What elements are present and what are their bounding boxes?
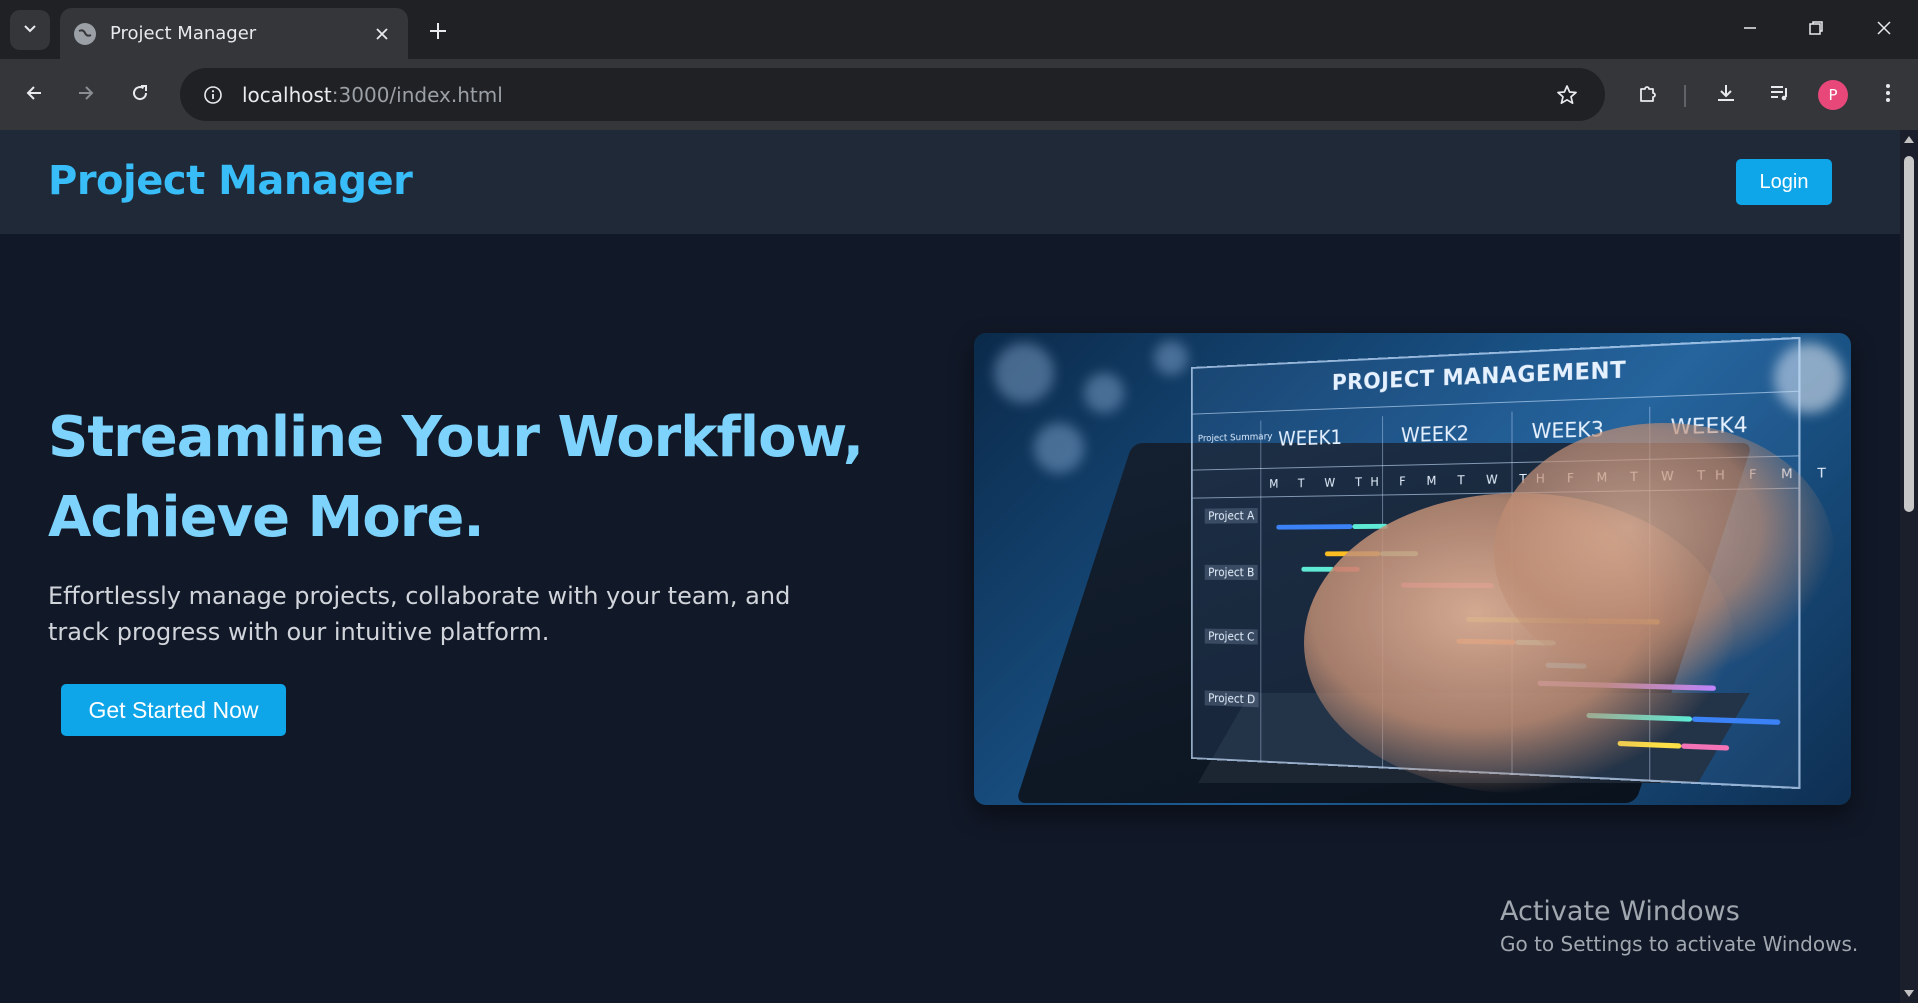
site-header: Project Manager Login — [0, 130, 1900, 234]
restore-icon — [1808, 20, 1824, 40]
login-button[interactable]: Login — [1736, 159, 1832, 205]
windows-activation-watermark: Activate Windows Go to Settings to activ… — [1500, 895, 1858, 959]
hero-image: PROJECT MANAGEMENT Project Summary WEEK1… — [974, 333, 1851, 805]
tab-search-icon — [21, 19, 39, 41]
media-controls-icon — [1769, 82, 1791, 108]
gantt-bar — [1681, 743, 1730, 751]
restore-button[interactable] — [1788, 10, 1844, 50]
project-summary-label: Project Summary — [1197, 431, 1273, 445]
bokeh-light — [1084, 373, 1124, 413]
gantt-bar — [1276, 524, 1353, 530]
new-tab-button[interactable] — [422, 14, 454, 46]
forward-button[interactable] — [66, 75, 106, 115]
url-text[interactable]: localhost:3000/index.html — [242, 83, 1547, 107]
url-host: localhost — [242, 82, 332, 107]
browser-tab-bar: Project Manager — [0, 0, 1918, 59]
tab-search-button[interactable] — [10, 10, 50, 50]
scroll-thumb[interactable] — [1904, 156, 1914, 512]
close-window-button[interactable] — [1856, 10, 1912, 50]
media-controls-button[interactable] — [1760, 75, 1800, 115]
scroll-down-arrow[interactable] — [1904, 990, 1914, 997]
profile-avatar[interactable]: P — [1818, 80, 1848, 110]
page-viewport: Project Manager Login Streamline Your Wo… — [0, 130, 1900, 1003]
reload-button[interactable] — [120, 75, 160, 115]
hand-illustration — [1494, 423, 1834, 683]
hero-title-line-1: Streamline Your Workflow, — [48, 405, 864, 470]
hero-title: Streamline Your Workflow, Achieve More. — [48, 398, 888, 558]
url-path: :3000/index.html — [331, 82, 503, 107]
forward-arrow-icon — [76, 83, 96, 107]
watermark-title: Activate Windows — [1500, 896, 1740, 927]
project-label: Project C — [1204, 628, 1258, 645]
more-vert-icon — [1885, 82, 1891, 108]
hero-subtitle: Effortlessly manage projects, collaborat… — [48, 582, 791, 646]
tab-title: Project Manager — [110, 23, 257, 44]
extensions-button[interactable] — [1628, 75, 1668, 115]
minimize-icon — [1742, 20, 1758, 40]
downloads-button[interactable] — [1706, 75, 1746, 115]
address-bar[interactable]: localhost:3000/index.html — [180, 68, 1605, 121]
reload-icon — [130, 83, 150, 107]
back-arrow-icon — [24, 83, 44, 107]
bokeh-light — [994, 343, 1054, 403]
browser-menu-button[interactable] — [1868, 75, 1908, 115]
bokeh-light — [1154, 341, 1188, 375]
close-icon[interactable] — [370, 22, 394, 46]
watermark-subtitle: Go to Settings to activate Windows. — [1500, 932, 1859, 956]
download-icon — [1715, 82, 1737, 108]
project-label: Project D — [1204, 690, 1259, 708]
browser-toolbar: localhost:3000/index.html P — [0, 59, 1918, 130]
hero-title-line-2: Achieve More. — [48, 485, 485, 550]
star-icon[interactable] — [1547, 75, 1587, 115]
week-label: WEEK2 — [1400, 421, 1470, 448]
gantt-rule — [1260, 420, 1262, 763]
site-info-icon[interactable] — [198, 80, 228, 110]
back-button[interactable] — [14, 75, 54, 115]
week-label: WEEK1 — [1278, 425, 1343, 451]
plus-icon — [429, 14, 447, 47]
globe-icon — [74, 22, 96, 45]
profile-initial: P — [1828, 86, 1838, 104]
page-scrollbar[interactable] — [1900, 130, 1918, 1003]
scroll-up-arrow[interactable] — [1904, 136, 1914, 143]
project-label: Project B — [1204, 564, 1258, 581]
active-tab[interactable]: Project Manager — [60, 8, 408, 59]
toolbar-separator — [1684, 85, 1686, 107]
project-label: Project A — [1204, 507, 1258, 524]
extensions-icon — [1637, 82, 1659, 108]
minimize-button[interactable] — [1722, 10, 1778, 50]
bokeh-light — [1034, 423, 1084, 473]
brand-logo[interactable]: Project Manager — [48, 158, 413, 204]
get-started-button[interactable]: Get Started Now — [61, 684, 286, 736]
close-icon — [1876, 20, 1892, 40]
